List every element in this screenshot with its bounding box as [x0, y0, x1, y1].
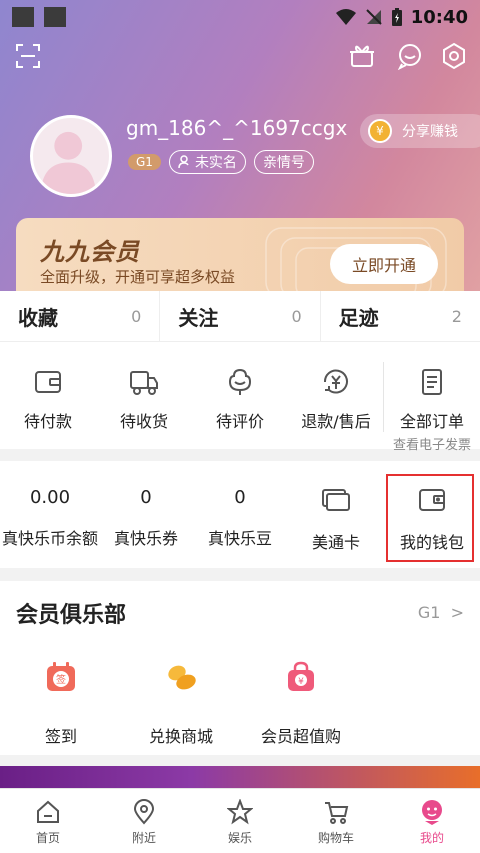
home-icon	[37, 800, 59, 823]
refund-icon	[323, 369, 348, 394]
wallet-coupons[interactable]: 0 真快乐券	[96, 487, 196, 549]
order-label: 全部订单	[399, 412, 464, 431]
family-tag[interactable]: 亲情号	[253, 150, 314, 174]
club-section: 会员俱乐部 G1 > 签 签到 兑换商城 ¥ 会员超值购	[0, 581, 480, 755]
svg-text:签: 签	[56, 673, 66, 686]
orders-section: 待付款 待收货 待评价 退款/售后 全部订单 查看电子发票	[0, 341, 480, 453]
order-all[interactable]: 全部订单 查看电子发票	[384, 366, 480, 453]
svg-text:¥: ¥	[298, 677, 304, 687]
order-pending-review[interactable]: 待评价	[192, 366, 288, 432]
tab-entertainment[interactable]: 娱乐	[192, 789, 288, 853]
stat-label: 关注	[178, 305, 219, 330]
signal-icon	[365, 9, 382, 25]
tab-label: 附近	[131, 831, 156, 845]
level-badge: G1	[128, 154, 161, 170]
shopping-bag-icon: ¥	[288, 661, 314, 691]
bottom-tab-bar: 首页 附近 娱乐 购物车 我的	[0, 788, 480, 853]
club-label: 签到	[44, 727, 77, 746]
order-refund[interactable]: 退款/售后	[288, 366, 384, 432]
verify-tag[interactable]: 未实名	[168, 150, 246, 174]
club-title: 会员俱乐部	[16, 603, 127, 628]
tab-mine[interactable]: 我的	[384, 789, 480, 853]
member-card[interactable]: 九九会员 全面升级，开通可享超多权益 立即开通	[16, 218, 464, 300]
share-label: 分享赚钱	[402, 124, 458, 140]
order-pending-payment[interactable]: 待付款	[0, 366, 96, 432]
review-icon	[228, 369, 252, 395]
message-icon[interactable]	[396, 42, 424, 71]
club-member-deals[interactable]: ¥ 会员超值购	[246, 661, 356, 747]
battery-icon	[391, 8, 402, 26]
club-checkin[interactable]: 签 签到	[6, 661, 116, 747]
stat-following[interactable]: 关注 0	[160, 291, 321, 341]
wifi-icon	[335, 9, 356, 25]
location-pin-icon	[133, 799, 155, 825]
tab-cart[interactable]: 购物车	[288, 789, 384, 853]
open-membership-button[interactable]: 立即开通	[330, 244, 438, 284]
notification-icon	[44, 7, 66, 27]
star-icon	[227, 799, 253, 825]
stat-count: 0	[131, 306, 142, 326]
tab-nearby[interactable]: 附近	[96, 789, 192, 853]
stat-label: 足迹	[338, 305, 379, 330]
scan-icon[interactable]	[14, 42, 42, 70]
user-check-icon	[178, 155, 189, 169]
order-label: 待收货	[119, 412, 168, 431]
wallet-value: 0	[234, 487, 246, 508]
order-pending-receipt[interactable]: 待收货	[96, 366, 192, 432]
verify-tag-label: 未实名	[194, 155, 237, 171]
club-level-link[interactable]: G1 >	[418, 603, 464, 622]
truck-icon	[130, 371, 158, 395]
profile-face-icon	[422, 800, 442, 825]
promo-banner[interactable]	[0, 766, 480, 788]
status-bar: 10:40	[0, 0, 480, 34]
club-label: 会员超值购	[260, 727, 341, 746]
wallet-label: 美通卡	[311, 533, 360, 552]
club-label: 兑换商城	[148, 727, 213, 746]
card-icon	[322, 489, 350, 511]
tab-label: 购物车	[317, 831, 354, 845]
wallet-label: 真快乐币余额	[1, 529, 98, 548]
coin-icon: ¥	[368, 119, 392, 143]
wallet-value: 0	[140, 487, 152, 508]
settings-icon[interactable]	[440, 42, 468, 70]
order-label: 待付款	[23, 412, 72, 431]
highlight-box	[386, 474, 474, 562]
username: gm_186^_^1697ccgx	[126, 116, 348, 140]
wallet-balance[interactable]: 0.00 真快乐币余额	[0, 487, 100, 549]
tab-home[interactable]: 首页	[0, 789, 96, 853]
stat-favorites[interactable]: 收藏 0	[0, 291, 161, 341]
wallet-beans[interactable]: 0 真快乐豆	[190, 487, 290, 549]
beans-icon	[168, 665, 196, 690]
avatar[interactable]	[30, 115, 112, 197]
stat-history[interactable]: 足迹 2	[321, 291, 480, 341]
stats-row: 收藏 0 关注 0 足迹 2	[0, 291, 480, 341]
gift-icon[interactable]	[348, 42, 376, 70]
wallet-label: 真快乐豆	[207, 529, 272, 548]
share-earn-button[interactable]: ¥ 分享赚钱	[360, 114, 480, 148]
tab-label: 首页	[35, 831, 60, 845]
member-title: 九九会员	[40, 238, 140, 266]
tab-label: 我的	[419, 831, 444, 845]
order-label: 退款/售后	[301, 412, 371, 431]
stat-count: 2	[451, 306, 462, 326]
wallet-icon	[35, 371, 61, 393]
member-subtitle: 全面升级，开通可享超多权益	[40, 268, 236, 286]
wallet-label: 真快乐券	[113, 529, 178, 548]
stat-label: 收藏	[18, 305, 58, 330]
chevron-right-icon: >	[445, 603, 464, 622]
order-label: 待评价	[215, 412, 264, 431]
clock: 10:40	[410, 6, 468, 28]
invoice-link[interactable]: 查看电子发票	[384, 434, 480, 453]
calendar-checkin-icon: 签	[47, 662, 75, 691]
wallet-meitong-card[interactable]: 美通卡	[286, 487, 386, 553]
cart-icon	[325, 802, 349, 824]
order-list-icon	[422, 369, 442, 395]
tab-label: 娱乐	[227, 831, 252, 845]
club-exchange-mall[interactable]: 兑换商城	[126, 661, 236, 747]
club-level: G1	[417, 603, 441, 622]
notification-icon	[12, 7, 34, 27]
user-avatar-icon	[40, 131, 97, 194]
wallet-value: 0.00	[29, 487, 71, 508]
stat-count: 0	[291, 306, 302, 326]
